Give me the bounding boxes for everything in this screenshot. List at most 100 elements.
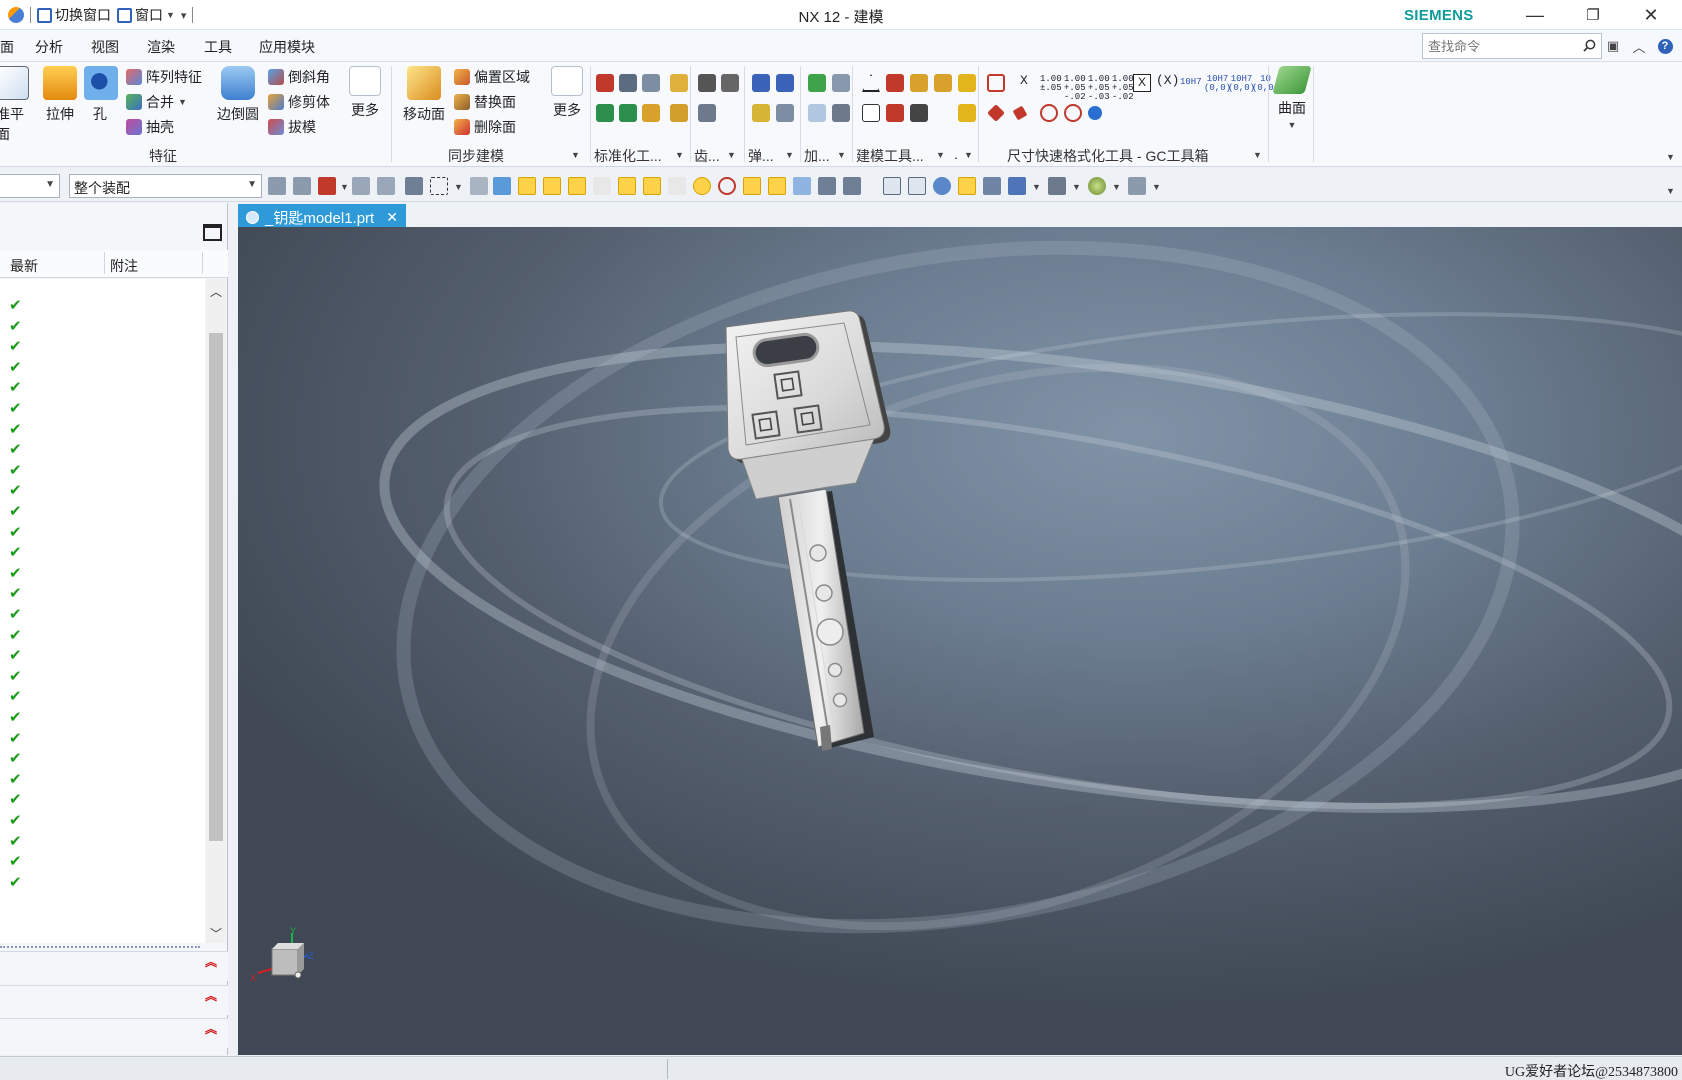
dim-tolerance-3[interactable]: 1.00 +.05 -.03 (1088, 75, 1110, 102)
snap-endpoint-icon[interactable] (518, 177, 536, 195)
chevron-down-icon[interactable]: ▼ (727, 150, 736, 160)
gear3-icon[interactable] (698, 104, 716, 122)
snap-grid-icon[interactable] (843, 177, 861, 195)
chevron-down-icon[interactable]: ▼ (1072, 182, 1081, 192)
restore-button[interactable]: ❐ (1570, 0, 1616, 30)
draft-button[interactable]: 拔模 (268, 116, 316, 138)
menu-face[interactable]: 面 (0, 37, 14, 57)
model-tool3-icon[interactable] (934, 74, 952, 92)
snap-center-icon[interactable] (693, 177, 711, 195)
model-tool8-icon[interactable] (958, 104, 976, 122)
search-icon[interactable] (1583, 39, 1596, 52)
chevron-down-icon[interactable]: ▼ (837, 150, 846, 160)
dim-fit-3[interactable]: 10H7 (0,0) (1228, 75, 1255, 93)
type-filter-select[interactable]: ▼ (0, 174, 60, 198)
menu-application[interactable]: 应用模块 (259, 37, 315, 57)
rotate-icon[interactable] (933, 177, 951, 195)
menu-analysis[interactable]: 分析 (35, 37, 63, 57)
chevron-down-icon[interactable]: ▼ (571, 150, 580, 160)
surface-button[interactable]: 曲面 ▼ (1272, 66, 1312, 130)
select-tool2-icon[interactable] (293, 177, 311, 195)
shell-button[interactable]: 抽壳 (126, 116, 174, 138)
help-icon[interactable]: ? (1656, 37, 1674, 55)
standard-tool2-icon[interactable] (619, 104, 637, 122)
close-button[interactable]: ✕ (1628, 0, 1674, 30)
add-check-icon[interactable] (808, 74, 826, 92)
close-tab-icon[interactable]: ✕ (386, 209, 398, 226)
rectangle-select-icon[interactable] (430, 177, 448, 195)
pattern-feature-button[interactable]: 阵列特征 (126, 66, 202, 88)
select-tool5-icon[interactable] (405, 177, 423, 195)
minimize-button[interactable]: — (1512, 0, 1558, 30)
select-tool4-icon[interactable] (377, 177, 395, 195)
diameter2-icon[interactable] (1064, 104, 1082, 122)
view-triad[interactable]: Y X Z (246, 927, 326, 997)
chevron-down-icon[interactable]: ▼ (1112, 182, 1121, 192)
customize-qat-icon[interactable] (8, 7, 24, 23)
snap-tangent-icon[interactable] (768, 177, 786, 195)
select-filter-icon[interactable] (318, 177, 336, 195)
add2-icon[interactable] (808, 104, 826, 122)
chevron-down-icon[interactable]: ▼ (936, 150, 945, 160)
chamfer-button[interactable]: 倒斜角 (268, 66, 330, 88)
standard-tool3-icon[interactable] (642, 104, 660, 122)
snap-spline-icon[interactable] (618, 177, 636, 195)
snap-perp-icon[interactable] (668, 177, 686, 195)
chevron-down-icon[interactable]: ▼ (964, 150, 973, 160)
chevron-down-icon[interactable]: ▼ (454, 182, 463, 192)
dim-x-button[interactable]: X (1020, 74, 1028, 88)
undo-dim-icon[interactable] (1088, 106, 1102, 120)
move-face-button[interactable]: 移动面 (400, 66, 448, 124)
expand-up-icon[interactable]: ︽ (205, 1023, 217, 1035)
dependencies-panel[interactable]: ︽ (0, 951, 228, 981)
dim-tolerance-4[interactable]: 1.00 +.05 -.02 (1112, 75, 1134, 102)
standard-tool-icon[interactable] (596, 104, 614, 122)
shading-icon[interactable] (1088, 177, 1106, 195)
select-tool6-icon[interactable] (470, 177, 488, 195)
snap-circle-icon[interactable] (718, 177, 736, 195)
collapse-ribbon-icon[interactable]: ︿ (1630, 37, 1648, 55)
selection-scope-select[interactable]: 整个装配 ▼ (69, 174, 262, 198)
replace-face-button[interactable]: 替换面 (454, 91, 516, 113)
add-icon[interactable] (832, 74, 850, 92)
model-tool2-icon[interactable] (910, 74, 928, 92)
chevron-down-icon[interactable]: ▼ (785, 150, 794, 160)
zoom-icon[interactable] (908, 177, 926, 195)
hole-button[interactable]: 孔 (84, 66, 118, 124)
feature-list[interactable]: ✔ ✔ ✔ ✔ ✔ ✔ ✔ ✔ ✔ ✔ ✔ ✔ ✔ ✔ ✔ ✔ ✔ ✔ ✔ ✔ ✔ ✔ ✔ ✔ ✔ ✔ ✔ ✔ ✔ (0, 279, 205, 943)
scrollbar-thumb[interactable] (209, 333, 223, 841)
unite-button[interactable]: 合并 ▼ (126, 91, 187, 113)
select-body-icon[interactable] (493, 177, 511, 195)
model-tool6-icon[interactable] (910, 104, 928, 122)
scroll-down-icon[interactable]: ﹀ (209, 925, 223, 942)
dim-paren-button[interactable]: (X) (1156, 74, 1179, 88)
view-layout-icon[interactable] (1008, 177, 1026, 195)
key-model[interactable] (708, 307, 928, 777)
dim-tool2-icon[interactable] (1012, 105, 1028, 121)
expand-up-icon[interactable]: ︽ (205, 956, 217, 968)
model-tool7-icon[interactable] (958, 74, 976, 92)
dim-tolerance-1[interactable]: 1.00 ±.05 (1040, 75, 1062, 93)
dimension-icon[interactable] (987, 74, 1005, 92)
feature-more-button[interactable]: 更多 (346, 66, 384, 120)
maximize-icon[interactable] (203, 224, 222, 241)
menu-render[interactable]: 渲染 (147, 37, 175, 57)
command-search[interactable] (1422, 33, 1602, 59)
column-latest[interactable]: 最新 (10, 256, 38, 276)
graphics-window[interactable]: Y X Z (238, 227, 1682, 1055)
offset-region-button[interactable]: 偏置区域 (454, 66, 530, 88)
extrude-button[interactable]: 拉伸 (40, 66, 80, 124)
model-tool-icon[interactable] (886, 74, 904, 92)
menu-view[interactable]: 视图 (91, 37, 119, 57)
spring3-icon[interactable] (752, 104, 770, 122)
dim-box-x-icon[interactable]: X (1133, 74, 1151, 92)
standard-part-icon[interactable] (596, 74, 614, 92)
add3-icon[interactable] (832, 104, 850, 122)
snap-line-icon[interactable] (568, 177, 586, 195)
window-menu-button[interactable]: 窗口 ▼ (117, 5, 175, 25)
standard-tool4-icon[interactable] (670, 74, 688, 92)
select-tool-icon[interactable] (268, 177, 286, 195)
trim-body-button[interactable]: 修剪体 (268, 91, 330, 113)
dim-tolerance-2[interactable]: 1.00 +.05 -.02 (1064, 75, 1086, 102)
dim-tool-icon[interactable] (987, 104, 1005, 122)
